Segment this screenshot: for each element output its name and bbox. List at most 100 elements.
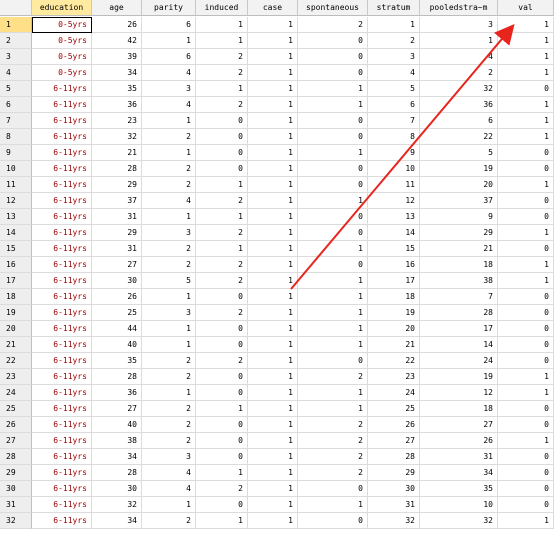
cell-spontaneous[interactable]: 0 [298,257,368,273]
table-row[interactable]: 8 6-11yrs 32 2 0 1 0 8 22 1 [0,129,554,145]
cell-case[interactable]: 1 [248,513,298,529]
cell-parity[interactable]: 2 [142,161,196,177]
cell-spontaneous[interactable]: 1 [298,273,368,289]
cell-education[interactable]: 6-11yrs [32,433,92,449]
cell-pooledstra-m[interactable]: 27 [420,417,498,433]
table-row[interactable]: 4 0-5yrs 34 4 2 1 0 4 2 1 [0,65,554,81]
cell-age[interactable]: 30 [92,273,142,289]
cell-pooledstra-m[interactable]: 26 [420,433,498,449]
cell-induced[interactable]: 2 [196,257,248,273]
cell-parity[interactable]: 4 [142,97,196,113]
cell-pooledstra-m[interactable]: 38 [420,273,498,289]
cell-spontaneous[interactable]: 1 [298,337,368,353]
table-row[interactable]: 14 6-11yrs 29 3 2 1 0 14 29 1 [0,225,554,241]
cell-age[interactable]: 35 [92,81,142,97]
cell-case[interactable]: 1 [248,241,298,257]
table-row[interactable]: 3 0-5yrs 39 6 2 1 0 3 4 1 [0,49,554,65]
cell-stratum[interactable]: 17 [368,273,420,289]
cell-pooledstra-m[interactable]: 7 [420,289,498,305]
cell-val[interactable]: 1 [498,177,554,193]
cell-spontaneous[interactable]: 1 [298,305,368,321]
cell-stratum[interactable]: 7 [368,113,420,129]
cell-parity[interactable]: 1 [142,33,196,49]
row-number[interactable]: 27 [0,433,32,449]
cell-education[interactable]: 0-5yrs [32,33,92,49]
row-number[interactable]: 10 [0,161,32,177]
cell-spontaneous[interactable]: 2 [298,433,368,449]
cell-case[interactable]: 1 [248,113,298,129]
cell-spontaneous[interactable]: 0 [298,353,368,369]
cell-pooledstra-m[interactable]: 32 [420,513,498,529]
cell-spontaneous[interactable]: 0 [298,209,368,225]
cell-val[interactable]: 0 [498,145,554,161]
table-row[interactable]: 2 0-5yrs 42 1 1 1 0 2 1 1 [0,33,554,49]
cell-education[interactable]: 6-11yrs [32,113,92,129]
cell-parity[interactable]: 2 [142,257,196,273]
cell-education[interactable]: 6-11yrs [32,193,92,209]
cell-stratum[interactable]: 19 [368,305,420,321]
cell-education[interactable]: 0-5yrs [32,17,92,33]
cell-education[interactable]: 6-11yrs [32,161,92,177]
cell-val[interactable]: 1 [498,49,554,65]
cell-education[interactable]: 6-11yrs [32,241,92,257]
cell-education[interactable]: 6-11yrs [32,497,92,513]
cell-age[interactable]: 30 [92,481,142,497]
cell-spontaneous[interactable]: 1 [298,241,368,257]
cell-education[interactable]: 6-11yrs [32,97,92,113]
cell-val[interactable]: 1 [498,257,554,273]
table-row[interactable]: 18 6-11yrs 26 1 0 1 1 18 7 0 [0,289,554,305]
row-number[interactable]: 11 [0,177,32,193]
row-number[interactable]: 20 [0,321,32,337]
cell-education[interactable]: 6-11yrs [32,145,92,161]
cell-education[interactable]: 6-11yrs [32,209,92,225]
cell-pooledstra-m[interactable]: 2 [420,65,498,81]
cell-parity[interactable]: 3 [142,449,196,465]
cell-parity[interactable]: 1 [142,321,196,337]
cell-stratum[interactable]: 24 [368,385,420,401]
cell-pooledstra-m[interactable]: 10 [420,497,498,513]
cell-case[interactable]: 1 [248,369,298,385]
cell-stratum[interactable]: 9 [368,145,420,161]
cell-induced[interactable]: 1 [196,241,248,257]
cell-pooledstra-m[interactable]: 1 [420,33,498,49]
cell-val[interactable]: 0 [498,193,554,209]
cell-age[interactable]: 28 [92,369,142,385]
table-row[interactable]: 5 6-11yrs 35 3 1 1 1 5 32 0 [0,81,554,97]
row-number[interactable]: 19 [0,305,32,321]
table-row[interactable]: 17 6-11yrs 30 5 2 1 1 17 38 1 [0,273,554,289]
cell-parity[interactable]: 2 [142,177,196,193]
cell-val[interactable]: 0 [498,465,554,481]
cell-parity[interactable]: 2 [142,241,196,257]
cell-age[interactable]: 31 [92,209,142,225]
cell-case[interactable]: 1 [248,225,298,241]
cell-pooledstra-m[interactable]: 29 [420,225,498,241]
cell-case[interactable]: 1 [248,337,298,353]
cell-induced[interactable]: 0 [196,337,248,353]
cell-parity[interactable]: 2 [142,433,196,449]
cell-age[interactable]: 40 [92,417,142,433]
cell-education[interactable]: 6-11yrs [32,449,92,465]
cell-age[interactable]: 26 [92,289,142,305]
row-number[interactable]: 31 [0,497,32,513]
row-number[interactable]: 7 [0,113,32,129]
cell-spontaneous[interactable]: 2 [298,465,368,481]
cell-parity[interactable]: 5 [142,273,196,289]
cell-parity[interactable]: 1 [142,497,196,513]
cell-case[interactable]: 1 [248,481,298,497]
cell-stratum[interactable]: 31 [368,497,420,513]
cell-parity[interactable]: 1 [142,385,196,401]
cell-education[interactable]: 6-11yrs [32,225,92,241]
cell-age[interactable]: 40 [92,337,142,353]
cell-age[interactable]: 31 [92,241,142,257]
column-header-induced[interactable]: induced [196,0,248,16]
cell-parity[interactable]: 4 [142,481,196,497]
cell-induced[interactable]: 0 [196,369,248,385]
cell-age[interactable]: 32 [92,129,142,145]
cell-stratum[interactable]: 16 [368,257,420,273]
cell-pooledstra-m[interactable]: 9 [420,209,498,225]
cell-induced[interactable]: 1 [196,465,248,481]
cell-val[interactable]: 1 [498,273,554,289]
cell-case[interactable]: 1 [248,17,298,33]
row-number[interactable]: 22 [0,353,32,369]
cell-education[interactable]: 0-5yrs [32,65,92,81]
